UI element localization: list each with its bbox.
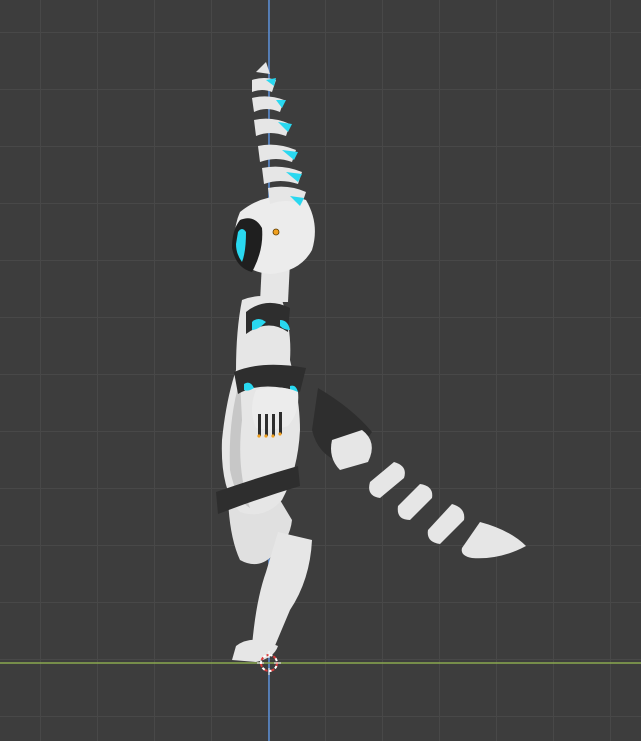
3d-viewport[interactable]	[0, 0, 641, 741]
object-origin-icon[interactable]	[272, 228, 280, 236]
tail-segment-2[interactable]	[369, 462, 405, 498]
tail-segment-4[interactable]	[427, 504, 465, 544]
character-model[interactable]	[216, 62, 526, 662]
tail[interactable]	[312, 388, 526, 559]
tail-segment-3[interactable]	[397, 484, 433, 520]
tail-tip[interactable]	[461, 522, 526, 559]
scene-canvas[interactable]	[0, 0, 641, 741]
head-crest[interactable]	[252, 62, 306, 206]
